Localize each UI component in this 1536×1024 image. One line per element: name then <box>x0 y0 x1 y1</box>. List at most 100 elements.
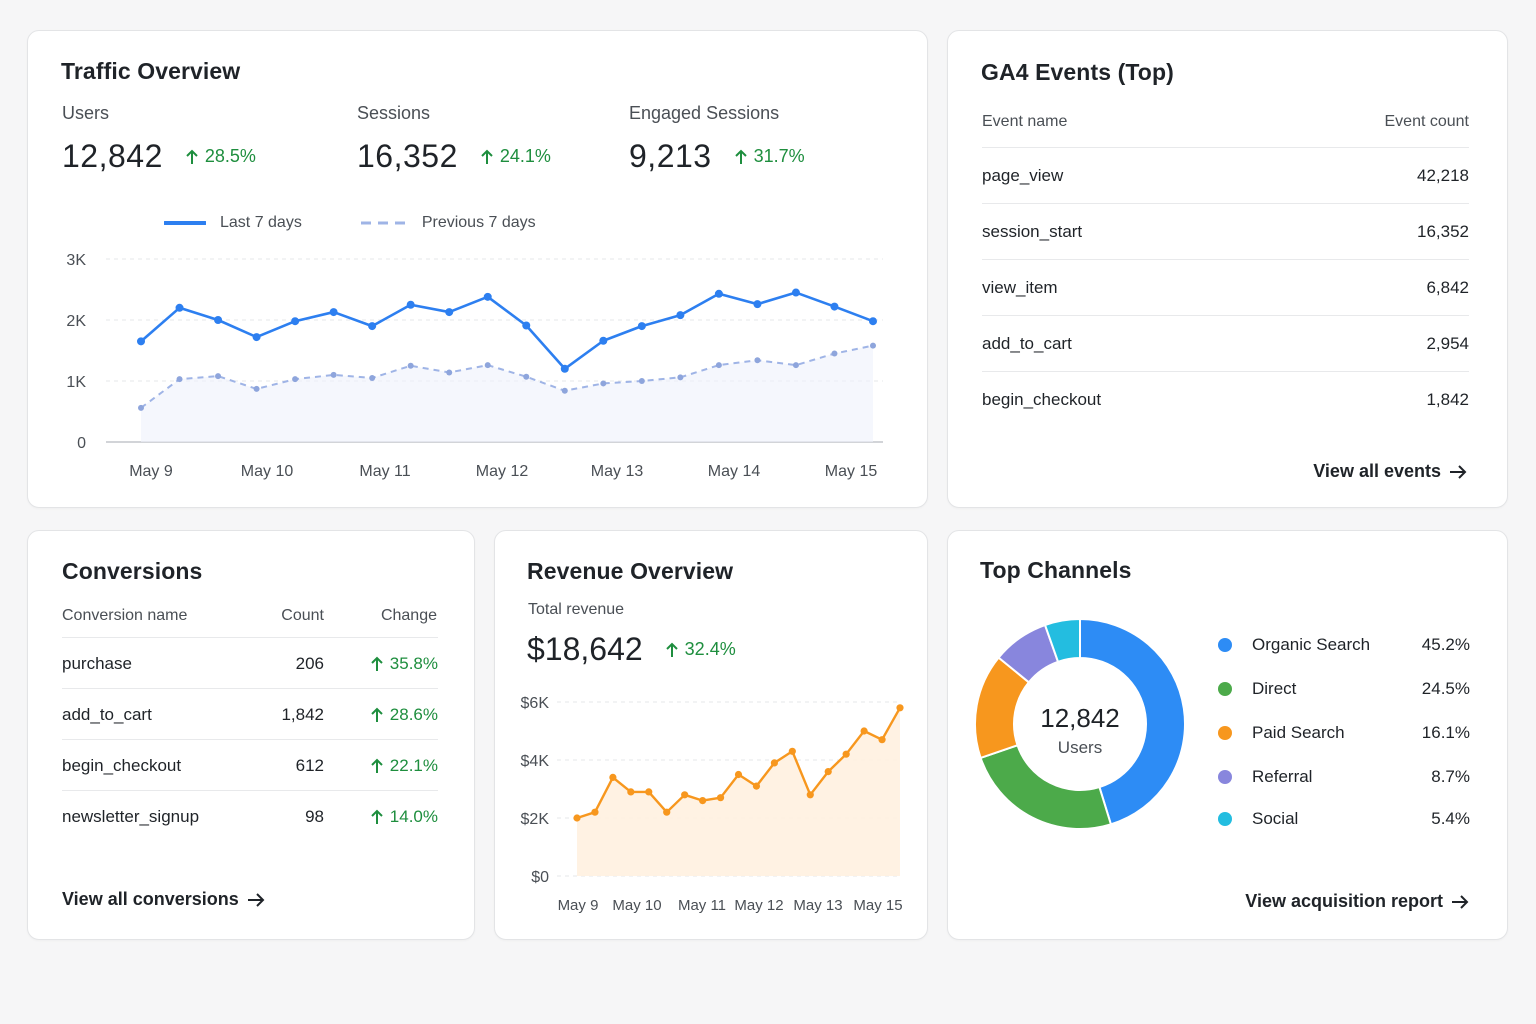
legend-label-previous-7-days: Previous 7 days <box>421 214 536 231</box>
revenue-point <box>734 770 743 779</box>
kpi-sessions-value: 16,352 <box>357 138 458 174</box>
y-tick-label: $4K <box>521 753 550 770</box>
revenue-point <box>770 759 778 767</box>
x-tick-label: May 12 <box>476 463 529 480</box>
event-count: 1,842 <box>1426 389 1469 409</box>
conversion-name: add_to_cart <box>62 705 152 724</box>
channel-item-social[interactable]: Social 5.4% <box>1218 809 1470 829</box>
view-all-events-link[interactable]: View all events <box>1313 461 1467 482</box>
channel-pct: 8.7% <box>1431 767 1470 786</box>
previous-series-point <box>561 387 568 394</box>
previous-series-point <box>292 376 299 383</box>
traffic-overview-card: Traffic Overview Users 12,842 28.5% Sess… <box>27 30 928 508</box>
legend-item-previous-7-days[interactable]: Previous 7 days <box>360 214 536 232</box>
y-tick-label: $2K <box>521 811 550 828</box>
revenue-point <box>896 704 904 712</box>
legend-dot-icon <box>1218 726 1232 740</box>
conversion-count: 1,842 <box>281 705 324 724</box>
revenue-point <box>663 808 671 816</box>
revenue-area <box>577 707 900 876</box>
current-series-point <box>599 336 608 345</box>
x-tick-label: May 13 <box>793 897 842 914</box>
current-series-point <box>637 322 646 331</box>
current-series-point <box>214 316 223 324</box>
ga4-events-title: GA4 Events (Top) <box>981 59 1174 85</box>
events-col-name-header: Event name <box>982 113 1068 130</box>
kpi-users-change: 28.5% <box>204 146 256 166</box>
current-series-point <box>869 317 877 326</box>
arrow-right-icon <box>1450 464 1467 479</box>
previous-series-point <box>138 404 144 411</box>
previous-series-point <box>715 362 722 369</box>
table-row[interactable]: add_to_cart 1,842 28.6% <box>62 688 438 739</box>
channel-name: Social <box>1252 809 1299 828</box>
conversion-name: begin_checkout <box>62 756 182 775</box>
revenue-point <box>681 791 689 799</box>
kpi-engaged-label: Engaged Sessions <box>629 103 780 123</box>
channel-item-referral[interactable]: Referral 8.7% <box>1218 767 1470 787</box>
conversion-count: 612 <box>295 756 324 775</box>
kpi-engaged-change: 31.7% <box>753 146 805 166</box>
previous-series-area <box>141 345 873 442</box>
previous-series-point <box>677 374 684 381</box>
table-row[interactable]: begin_checkout 612 22.1% <box>62 739 438 790</box>
view-acquisition-report-link[interactable]: View acquisition report <box>1245 891 1469 912</box>
conversion-name: purchase <box>62 654 132 673</box>
table-row[interactable]: view_item 6,842 <box>982 259 1469 315</box>
table-row[interactable]: purchase 206 35.8% <box>62 637 438 688</box>
channel-item-paid-search[interactable]: Paid Search 16.1% <box>1218 723 1470 743</box>
traffic-overview-title: Traffic Overview <box>61 58 241 84</box>
event-count: 42,218 <box>1417 165 1469 185</box>
revenue-point <box>842 750 850 758</box>
current-series-point <box>252 333 261 342</box>
previous-series-line <box>140 344 874 409</box>
channel-pct: 16.1% <box>1421 723 1470 742</box>
view-all-conversions-link[interactable]: View all conversions <box>62 889 265 910</box>
x-tick-label: May 11 <box>359 463 410 480</box>
revenue-overview-card: Revenue Overview Total revenue $18,642 3… <box>494 530 928 940</box>
channel-item-organic-search[interactable]: Organic Search 45.2% <box>1218 635 1470 655</box>
legend-dot-icon <box>1218 682 1232 696</box>
current-series-point <box>406 300 415 309</box>
table-row[interactable]: session_start 16,352 <box>982 203 1469 259</box>
legend-item-last-7-days[interactable]: Last 7 days <box>164 214 302 232</box>
table-row[interactable]: newsletter_signup 98 14.0% <box>62 790 438 841</box>
table-row[interactable]: page_view 42,218 <box>982 147 1469 203</box>
kpi-engaged-value: 9,213 <box>629 138 712 174</box>
conversion-change: 14.0% <box>389 807 438 826</box>
previous-series-point <box>176 376 183 383</box>
top-channels-card: Top Channels 12,842 Users Organic Search… <box>947 530 1508 940</box>
event-count: 6,842 <box>1426 277 1469 297</box>
previous-series-point <box>407 362 414 369</box>
x-tick-label: May 9 <box>558 897 599 914</box>
donut-center-label: Users <box>1057 738 1103 757</box>
top-channels-title: Top Channels <box>980 557 1132 583</box>
channel-item-direct[interactable]: Direct 24.5% <box>1218 679 1470 699</box>
current-series-point <box>676 311 685 320</box>
legend-dot-icon <box>1218 638 1232 652</box>
conversions-title: Conversions <box>62 558 203 584</box>
x-tick-label: May 13 <box>591 463 644 480</box>
arrow-up-icon <box>371 656 383 671</box>
x-tick-label: May 15 <box>853 897 902 914</box>
previous-series-point <box>215 373 222 380</box>
view-acquisition-report-label: View acquisition report <box>1245 891 1443 911</box>
table-row[interactable]: add_to_cart 2,954 <box>982 315 1469 371</box>
x-tick-label: May 12 <box>734 897 783 914</box>
previous-series-point <box>638 378 645 384</box>
conversion-count: 98 <box>305 807 324 826</box>
event-name: session_start <box>982 221 1083 241</box>
revenue-point <box>609 773 617 781</box>
conversion-change: 28.6% <box>389 705 438 724</box>
conversion-count: 206 <box>295 654 324 673</box>
event-name: add_to_cart <box>982 333 1072 353</box>
kpi-users: Users 12,842 28.5% <box>62 103 256 175</box>
events-col-count-header: Event count <box>1384 113 1470 130</box>
revenue-point <box>824 768 832 776</box>
current-series-point <box>291 317 300 326</box>
current-series-point <box>445 308 454 317</box>
legend-dot-icon <box>1218 770 1232 784</box>
y-tick-label: 1K <box>66 374 86 391</box>
table-row[interactable]: begin_checkout 1,842 <box>982 371 1469 427</box>
revenue-point <box>788 747 796 755</box>
